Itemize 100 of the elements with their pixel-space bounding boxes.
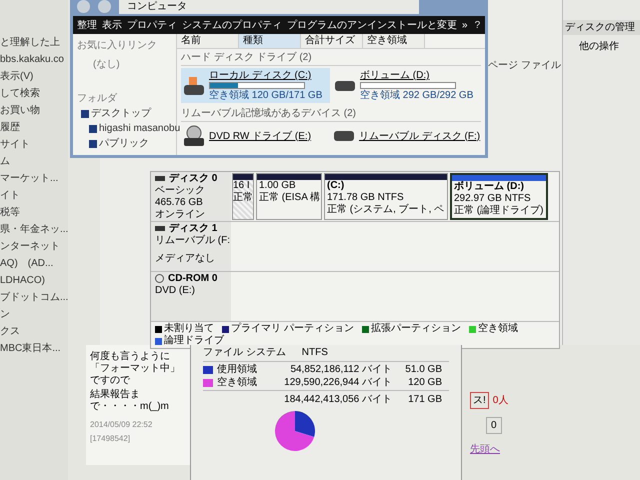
legend-label: 空き領域 — [478, 323, 518, 335]
folders-heading[interactable]: フォルダ — [77, 91, 172, 106]
size-value: 120 GB — [407, 376, 442, 390]
column-header[interactable]: 名前 — [177, 34, 239, 48]
hard-drive-icon — [333, 130, 355, 142]
size-value: 171 GB — [407, 393, 442, 407]
folder-tree-item[interactable]: パブリック — [99, 136, 149, 151]
partition-text: 1.00 GB — [259, 180, 297, 192]
column-header[interactable]: 空き領域 — [363, 34, 425, 48]
favorites-empty-text: (なし) — [92, 58, 121, 72]
help-button[interactable]: ? — [472, 18, 482, 32]
sidebar-item[interactable]: クス — [0, 325, 68, 339]
partition-block[interactable]: ボリューム (D:) 292.97 GB NTFS 正常 (論理ドライブ) — [450, 173, 548, 220]
hard-drive-icon — [334, 80, 356, 92]
disk-info-panel[interactable]: CD-ROM 0 DVD (E:) — [151, 272, 231, 321]
sidebar-item[interactable]: イト — [0, 189, 68, 203]
sidebar-item[interactable]: と理解した上 — [0, 36, 68, 50]
count-text: 0人 — [492, 394, 508, 408]
partition-block[interactable]: 16 I 正常 — [232, 173, 254, 220]
drive-name: ローカル ディスク (C:) — [209, 69, 312, 82]
forward-icon[interactable] — [98, 0, 111, 12]
drive-tile[interactable]: ボリューム (D:) 空き領域 292 GB/292 GB — [332, 68, 481, 103]
sidebar-item[interactable]: AQ) (AD... — [0, 257, 68, 271]
toolbar-button[interactable]: 表示 — [102, 18, 122, 32]
disk-info-text: リムーバブル (F: — [155, 235, 227, 247]
free-space-text: 空き領域 292 GB/292 GB — [360, 89, 474, 102]
disk-info-text: メディアなし — [155, 253, 216, 265]
partition-block[interactable]: (C:) 171.78 GB NTFS 正常 (システム, ブート, ペ — [324, 173, 448, 220]
legend-label: プライマリ パーティション — [231, 323, 354, 335]
cd-drive-icon — [155, 274, 164, 283]
badge[interactable]: ス! — [470, 392, 489, 409]
sidebar-item[interactable]: ンターネット — [0, 240, 68, 254]
toolbar-button[interactable]: システムのプロパティ — [182, 18, 282, 32]
disk-name: ディスク 1 — [169, 222, 218, 234]
sidebar-item[interactable]: 表示(V) — [0, 70, 68, 84]
sidebar-item[interactable]: 税等 — [0, 206, 68, 220]
actions-heading: ディスクの管理 — [563, 20, 640, 35]
sidebar-item[interactable]: 履歴 — [0, 121, 68, 135]
drive-tile[interactable]: ローカル ディスク (C:) 空き領域 120 GB/171 GB — [181, 68, 330, 103]
partition-text: 正常 (論理ドライブ) — [454, 205, 544, 217]
byte-count: 54,852,186,112 バイト — [289, 363, 392, 377]
partition-text: 292.97 GB NTFS — [454, 193, 532, 204]
dvd-drive-icon — [183, 125, 205, 147]
more-actions-link[interactable]: 他の操作 — [563, 39, 640, 54]
drive-name: DVD RW ドライブ (E:) — [209, 130, 312, 142]
toolbar-button[interactable]: 整理 — [77, 18, 97, 32]
hard-drive-icon — [183, 76, 205, 96]
more-button[interactable]: » — [462, 18, 468, 32]
disk-name: CD-ROM 0 — [168, 272, 218, 285]
toolbar-button[interactable]: プロパティ — [127, 18, 177, 32]
group-header[interactable]: リムーバブル記憶域があるデバイス (2) — [181, 107, 481, 122]
sidebar-item[interactable]: MBC東日本... — [0, 342, 68, 356]
top-link[interactable]: 先頭へ — [470, 442, 508, 457]
favorites-heading: お気に入りリンク — [77, 38, 158, 53]
field-value: NTFS — [302, 346, 328, 360]
drive-name: リムーバブル ディスク (F:) — [359, 130, 480, 142]
sidebar-item[interactable]: マーケット... — [0, 172, 68, 186]
disk-info-panel[interactable]: ディスク 1 リムーバブル (F: メディアなし — [151, 222, 231, 271]
partition-text: 171.78 GB NTFS — [327, 192, 405, 204]
drive-name: ボリューム (D:) — [360, 69, 430, 82]
column-header[interactable]: 種類 — [239, 34, 301, 48]
legend-label: 論理ドライブ — [164, 335, 224, 347]
post-text: 何度も言うように「フォーマット中」ですので — [90, 351, 181, 387]
group-header[interactable]: ハード ディスク ドライブ (2) — [181, 51, 481, 66]
byte-count: 184,442,413,056 バイト — [283, 393, 392, 407]
address-field[interactable]: コンピュータ — [119, 0, 419, 14]
disk-name: ディスク 0 — [169, 172, 218, 185]
sidebar-item[interactable]: サイト — [0, 138, 68, 152]
sidebar-item[interactable]: ン — [0, 308, 68, 322]
disk-info-text: 465.76 GB — [155, 197, 204, 209]
partition-text: 16 I — [233, 180, 251, 192]
size-value: 51.0 GB — [404, 363, 442, 377]
toolbar-button[interactable]: プログラムのアンインストールと変更 — [287, 18, 457, 32]
sidebar-item[interactable]: ム — [0, 155, 68, 169]
sidebar-item[interactable]: 県・年金ネッ... — [0, 223, 68, 237]
disk-info-text: ベーシック — [155, 185, 206, 197]
sidebar-item[interactable]: して検索 — [0, 87, 68, 101]
column-header[interactable]: 合計サイズ — [301, 34, 363, 48]
sidebar-item[interactable]: bbs.kakaku.co — [0, 53, 68, 67]
column-header: ページ ファイル — [488, 59, 560, 73]
legend-label: 空き領域 — [217, 376, 258, 390]
field-label: ファイル システム — [203, 346, 286, 360]
partition-text: 正常 — [233, 192, 253, 204]
disk-info-text: DVD (E:) — [155, 285, 196, 297]
sidebar-item[interactable]: ブドットコム... — [0, 291, 68, 305]
legend-label: 使用領域 — [217, 362, 258, 376]
disk-info-text: オンライン — [155, 209, 206, 221]
partition-block[interactable]: 1.00 GB 正常 (EISA 構 — [256, 173, 322, 220]
sidebar-item[interactable]: お買い物 — [0, 104, 68, 118]
sidebar-item[interactable]: LDHACO) — [0, 274, 68, 288]
folder-tree-item[interactable]: higashi masanobu — [99, 121, 180, 136]
drive-tile[interactable]: リムーバブル ディスク (F:) — [331, 124, 481, 148]
post-date: 2014/05/09 22:52 — [90, 419, 154, 431]
folder-tree-item[interactable]: デスクトップ — [91, 106, 151, 121]
drive-tile[interactable]: DVD RW ドライブ (E:) — [181, 124, 329, 148]
post-text: 結果報告まで・・・・m(_)m — [90, 389, 170, 413]
partition-text: 正常 (EISA 構 — [259, 192, 319, 204]
disk-info-panel[interactable]: ディスク 0 ベーシック 465.76 GB オンライン — [151, 172, 231, 221]
back-icon[interactable] — [77, 0, 90, 12]
byte-count: 129,590,226,944 バイト — [283, 376, 392, 390]
